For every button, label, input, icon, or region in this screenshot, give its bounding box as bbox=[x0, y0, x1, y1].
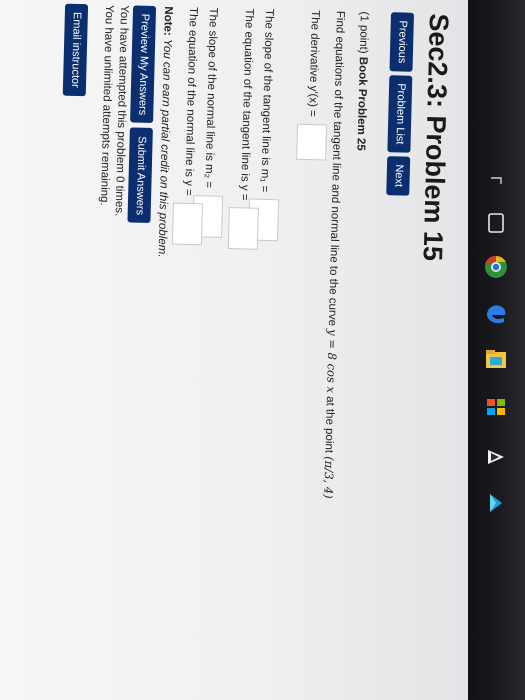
submit-answers-button[interactable]: Submit Answers bbox=[127, 127, 153, 224]
tangent-equation-row: The equation of the tangent line is y = bbox=[227, 8, 264, 251]
eq-normal-label: The equation of the normal line is y = bbox=[182, 6, 200, 197]
media-player-icon[interactable] bbox=[483, 444, 509, 470]
points-label: (1 point) bbox=[356, 11, 371, 54]
photo: Sec2.3: Problem 15 Previous Problem List… bbox=[0, 0, 525, 700]
browser-icon[interactable] bbox=[483, 254, 509, 280]
next-button[interactable]: Next bbox=[386, 156, 411, 196]
instruction-text: Find equations of the tangent line and n… bbox=[325, 10, 347, 327]
normal-equation-row: The equation of the normal line is y = bbox=[171, 6, 208, 246]
edge-icon[interactable] bbox=[483, 300, 509, 326]
point-coordinates: (π/3, 4) bbox=[321, 456, 337, 499]
problem-header: (1 point) Book Problem 25 bbox=[354, 11, 370, 151]
window-icon[interactable] bbox=[483, 210, 509, 236]
eq-tangent-input[interactable] bbox=[227, 207, 259, 251]
email-row: Email instructor bbox=[62, 3, 89, 97]
note-row: Note: You can earn partial credit on thi… bbox=[156, 6, 175, 257]
derivative-label: The derivative y′(x) = bbox=[306, 10, 322, 117]
eq-normal-input[interactable] bbox=[171, 202, 203, 246]
problem-navigation: Previous Problem List Next bbox=[386, 12, 415, 196]
preview-answers-button[interactable]: Preview My Answers bbox=[130, 5, 157, 124]
app-icon[interactable] bbox=[483, 490, 509, 516]
note-label: Note: bbox=[161, 6, 175, 36]
email-instructor-button[interactable]: Email instructor bbox=[62, 3, 89, 97]
problem-page: Sec2.3: Problem 15 Previous Problem List… bbox=[2, 2, 460, 693]
page-title: Sec2.3: Problem 15 bbox=[417, 13, 455, 262]
store-icon[interactable] bbox=[483, 394, 509, 420]
eq-tangent-label: The equation of the tangent line is y = bbox=[238, 8, 256, 201]
remaining-text: You have unlimited attempts remaining. bbox=[97, 4, 116, 206]
derivative-row: The derivative y′(x) = bbox=[296, 10, 330, 161]
folder-icon[interactable] bbox=[483, 346, 509, 372]
browser-viewport: Sec2.3: Problem 15 Previous Problem List… bbox=[0, 0, 468, 700]
taskbar bbox=[468, 0, 525, 700]
previous-button[interactable]: Previous bbox=[389, 12, 415, 72]
start-cursor-icon bbox=[483, 168, 509, 194]
problem-list-button[interactable]: Problem List bbox=[387, 74, 413, 153]
note-text: You can earn partial credit on this prob… bbox=[155, 38, 174, 258]
instruction-mid: at the point bbox=[322, 395, 336, 454]
curve-equation: y = 8 cos x bbox=[324, 328, 340, 394]
book-problem-label: Book Problem 25 bbox=[354, 56, 369, 151]
answer-actions: Preview My Answers Submit Answers bbox=[127, 5, 157, 224]
derivative-input[interactable] bbox=[296, 123, 328, 161]
